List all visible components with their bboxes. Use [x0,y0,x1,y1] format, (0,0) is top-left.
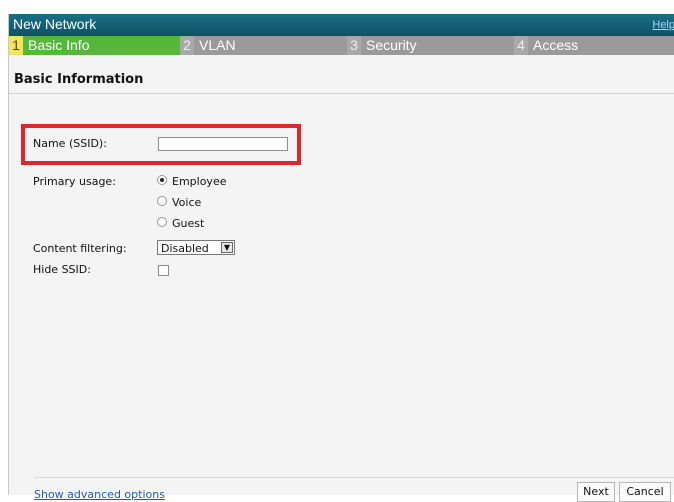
cancel-button[interactable]: Cancel [619,482,671,502]
content-filtering-label: Content filtering: [33,242,127,255]
step-label: Security [366,37,417,53]
name-ssid-label: Name (SSID): [33,137,107,150]
step-label: VLAN [199,37,236,53]
next-button[interactable]: Next [577,482,615,502]
usage-voice-label: Voice [172,196,202,209]
step-number: 1 [9,36,23,55]
usage-guest-label: Guest [172,217,205,230]
step-label: Basic Info [28,37,90,53]
primary-usage-label: Primary usage: [33,175,116,188]
dialog-title: New Network [13,16,97,32]
chevron-down-icon[interactable]: ▼ [221,242,233,253]
step-vlan[interactable]: 2 VLAN [180,36,347,55]
step-label: Access [533,37,579,53]
title-bar: New Network Help [9,14,674,36]
form-panel: Basic Information Name (SSID): Primary u… [9,55,674,502]
hide-ssid-label: Hide SSID: [33,263,91,276]
usage-guest-radio[interactable] [157,217,167,227]
step-basic-info[interactable]: 1 Basic Info [9,36,180,55]
section-title: Basic Information [14,72,144,87]
step-access[interactable]: 4 Access [514,36,674,55]
step-number: 4 [514,36,528,55]
step-number: 3 [347,36,361,55]
usage-employee-radio[interactable] [157,175,167,185]
help-link[interactable]: Help [652,19,674,31]
usage-employee-label: Employee [172,175,227,188]
footer-divider [34,477,674,478]
new-network-dialog: New Network Help 1 Basic Info 2 VLAN 3 S… [8,14,674,502]
step-number: 2 [180,36,194,55]
step-security[interactable]: 3 Security [347,36,514,55]
section-divider [9,93,674,94]
name-ssid-input[interactable] [158,137,288,151]
content-filtering-select[interactable]: Disabled ▼ [157,240,235,255]
selected-value: Disabled [161,242,209,255]
hide-ssid-checkbox[interactable] [158,265,169,276]
wizard-steps: 1 Basic Info 2 VLAN 3 Security 4 Access [9,36,674,55]
usage-voice-radio[interactable] [157,196,167,206]
